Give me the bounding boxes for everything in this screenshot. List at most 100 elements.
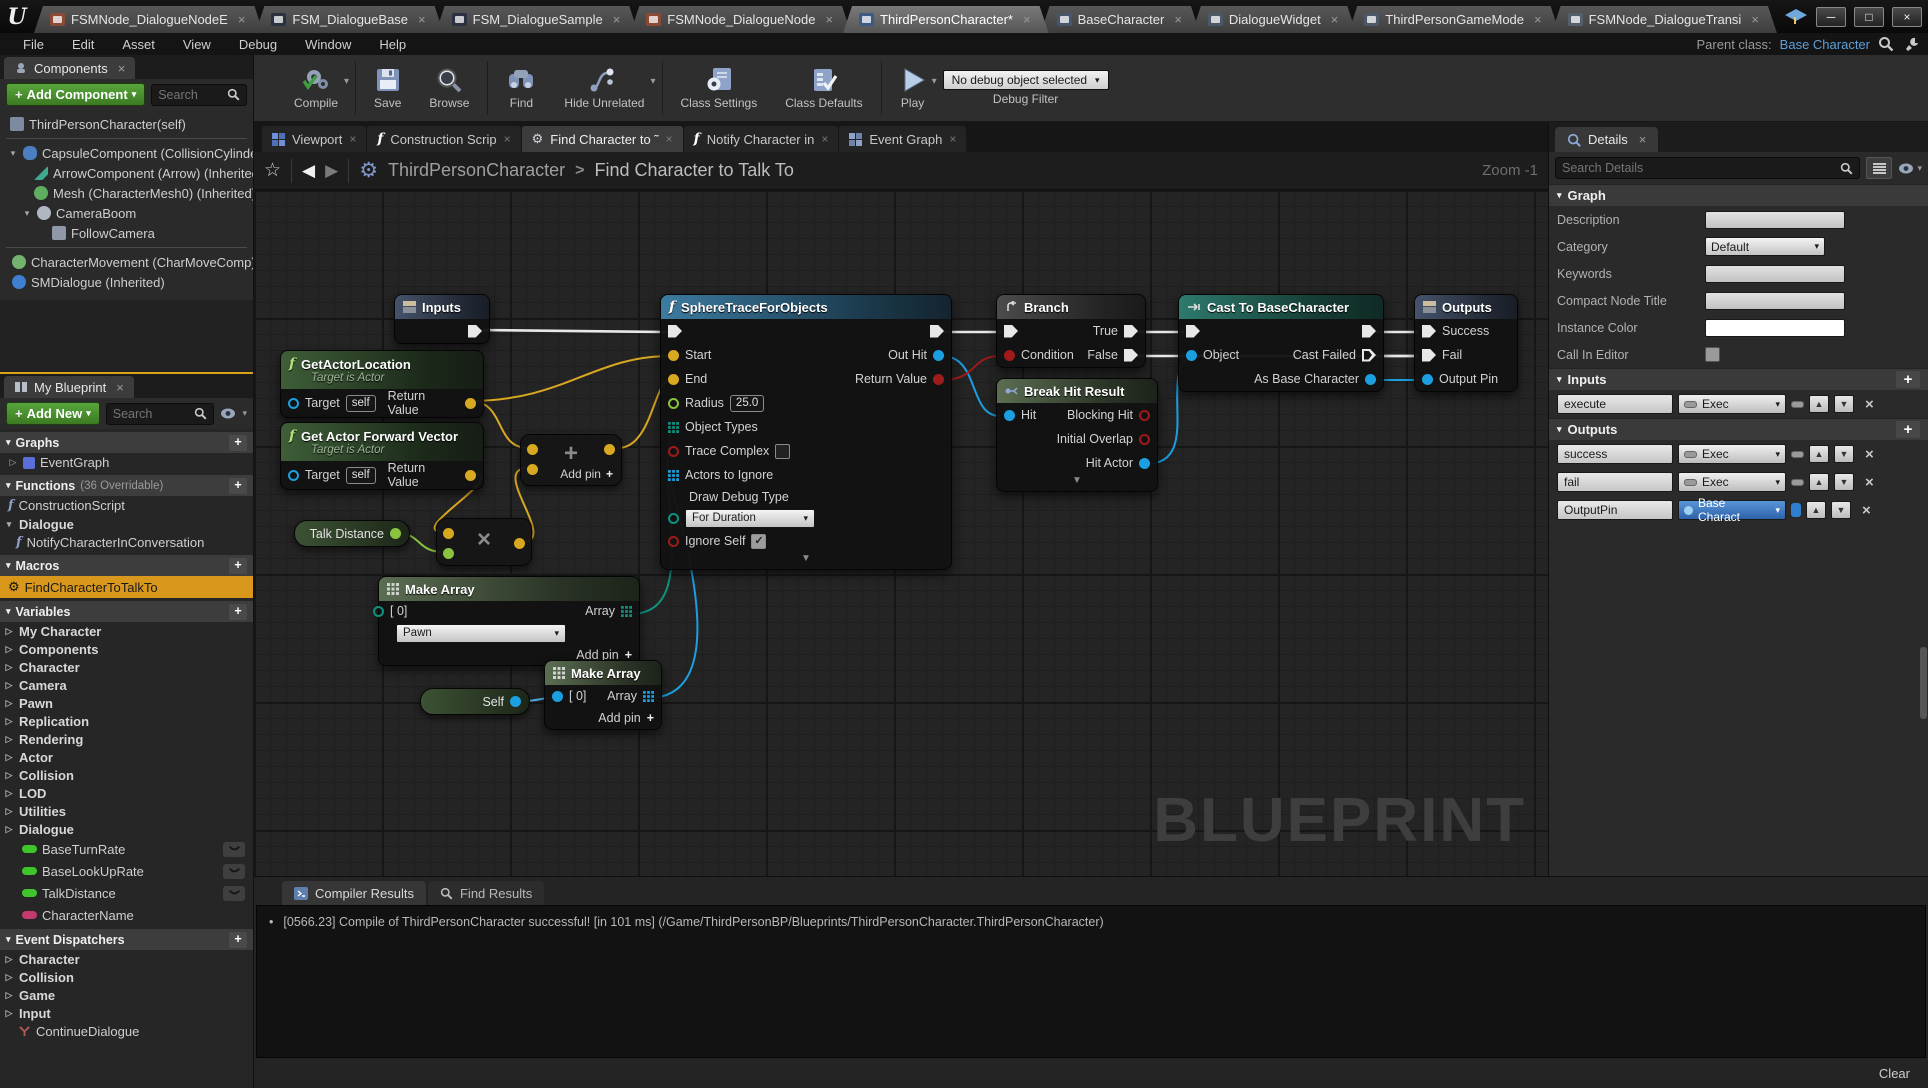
asset-tab[interactable]: DialogueWidget× xyxy=(1192,6,1356,33)
pin-type-dropdown[interactable]: Base Charact▾ xyxy=(1678,500,1786,520)
browse-button[interactable]: Browse xyxy=(415,55,483,121)
actors-to-ignore-pin[interactable] xyxy=(668,470,679,481)
components-search[interactable] xyxy=(151,84,247,106)
out-hit-pin[interactable] xyxy=(933,350,944,361)
variable-row[interactable]: BaseLookUpRate xyxy=(0,860,253,882)
details-panel-tab[interactable]: Details × xyxy=(1555,127,1658,152)
call-in-editor-checkbox[interactable] xyxy=(1705,347,1720,362)
multiply-in-pin[interactable] xyxy=(443,548,454,559)
object-pin-icon[interactable] xyxy=(1791,503,1801,517)
node-get-actor-location[interactable]: fGetActorLocationTarget is Actor Targets… xyxy=(280,350,484,418)
component-row[interactable]: ArrowComponent (Arrow) (Inherited) xyxy=(0,163,253,183)
node-cast-to-basecharacter[interactable]: Cast To BaseCharacter ObjectCast Failed … xyxy=(1178,294,1384,392)
close-window-button[interactable]: × xyxy=(1892,7,1922,27)
fail-exec-pin[interactable] xyxy=(1422,349,1436,362)
variable-category-row[interactable]: ▷Pawn xyxy=(0,694,253,712)
chevron-down-icon[interactable]: ▾ xyxy=(242,408,247,419)
asset-tab[interactable]: ThirdPersonGameMode× xyxy=(1348,6,1559,33)
eye-filter-icon[interactable] xyxy=(220,408,236,419)
components-panel-tab[interactable]: Components × xyxy=(4,57,135,79)
expander-icon[interactable]: ▷ xyxy=(4,716,14,727)
variable-category-row[interactable]: ▷Utilities xyxy=(0,802,253,820)
expander-icon[interactable]: ▷ xyxy=(4,770,14,781)
node-sphere-trace-for-objects[interactable]: fSphereTraceForObjects StartOut Hit EndR… xyxy=(660,294,952,570)
expander-icon[interactable]: ▷ xyxy=(4,734,14,745)
ignore-self-checkbox[interactable]: ✓ xyxy=(751,534,766,549)
add-component-button[interactable]: +Add Component▾ xyxy=(6,83,145,106)
draw-debug-pin[interactable] xyxy=(668,513,679,524)
breadcrumb-current[interactable]: Find Character to Talk To xyxy=(594,160,793,181)
description-field[interactable] xyxy=(1705,211,1845,229)
remove-pin-button[interactable]: × xyxy=(1865,474,1874,491)
start-pin[interactable] xyxy=(668,350,679,361)
function-category-row[interactable]: ▾Dialogue xyxy=(0,515,253,533)
radius-pin[interactable] xyxy=(668,398,679,409)
multiply-in-pin[interactable] xyxy=(443,528,454,539)
event-graph-row[interactable]: ▷EventGraph xyxy=(0,453,253,472)
dispatcher-category-row[interactable]: ▷Collision xyxy=(0,968,253,986)
notify-function-row[interactable]: fNotifyCharacterInConversation xyxy=(0,533,253,552)
construction-script-row[interactable]: fConstructionScript xyxy=(0,496,253,515)
menu-asset[interactable]: Asset xyxy=(109,37,168,52)
variable-row[interactable]: TalkDistance xyxy=(0,882,253,904)
target-pin[interactable] xyxy=(288,470,299,481)
move-up-button[interactable]: ▲ xyxy=(1809,395,1829,413)
expander-icon[interactable]: ▷ xyxy=(4,626,14,637)
close-icon[interactable]: × xyxy=(418,12,426,27)
close-icon[interactable]: × xyxy=(613,12,621,27)
variable-category-row[interactable]: ▷Character xyxy=(0,658,253,676)
class-settings-button[interactable]: Class Settings xyxy=(667,55,772,121)
expander-icon[interactable]: ▷ xyxy=(4,644,14,655)
outputs-section-header[interactable]: ▾Outputs+ xyxy=(1549,418,1928,440)
add-output-button[interactable]: + xyxy=(1896,421,1920,438)
exec-in-pin[interactable] xyxy=(1004,325,1018,338)
dispatchers-section-header[interactable]: ▾Event Dispatchers+ xyxy=(0,929,253,950)
node-multiply[interactable]: × xyxy=(436,518,532,566)
inputs-section-header[interactable]: ▾Inputs+ xyxy=(1549,368,1928,390)
target-value[interactable]: self xyxy=(346,395,376,412)
my-blueprint-panel-tab[interactable]: My Blueprint × xyxy=(4,376,134,398)
variable-category-row[interactable]: ▷Rendering xyxy=(0,730,253,748)
property-matrix-button[interactable] xyxy=(1866,157,1892,179)
category-dropdown[interactable]: Default▾ xyxy=(1705,237,1825,256)
menu-help[interactable]: Help xyxy=(366,37,419,52)
asset-tab[interactable]: FSMNode_DialogueNodeE× xyxy=(34,6,263,33)
pass-by-ref-icon[interactable] xyxy=(1791,401,1804,408)
component-row[interactable]: ▾CapsuleComponent (CollisionCylinder) xyxy=(0,143,253,163)
expander-icon[interactable]: ▷ xyxy=(4,662,14,673)
pin-type-dropdown[interactable]: Exec▾ xyxy=(1678,444,1786,464)
node-branch[interactable]: Branch True ConditionFalse xyxy=(996,294,1146,368)
node-make-array-self[interactable]: Make Array [ 0]Array Add pin+ xyxy=(544,660,662,730)
add-variable-button[interactable]: + xyxy=(229,604,247,620)
false-exec-pin[interactable] xyxy=(1124,349,1138,362)
component-row[interactable]: FollowCamera xyxy=(0,223,253,243)
close-icon[interactable]: × xyxy=(1174,12,1182,27)
variable-category-row[interactable]: ▷Collision xyxy=(0,766,253,784)
close-icon[interactable]: × xyxy=(1751,12,1759,27)
variable-row[interactable]: CharacterName xyxy=(0,904,253,926)
radius-value[interactable]: 25.0 xyxy=(730,395,764,412)
dispatcher-category-row[interactable]: ▷Input xyxy=(0,1004,253,1022)
asset-tab[interactable]: FSM_DialogueBase× xyxy=(255,6,443,33)
add-pin-label[interactable]: Add pin xyxy=(598,711,640,725)
variables-section-header[interactable]: ▾Variables+ xyxy=(0,601,253,622)
pin-name-field[interactable]: execute xyxy=(1557,394,1673,414)
asset-tab[interactable]: FSM_DialogueSample× xyxy=(436,6,639,33)
close-icon[interactable]: × xyxy=(504,132,511,146)
eye-closed-icon[interactable] xyxy=(223,886,245,901)
add-dispatcher-button[interactable]: + xyxy=(229,932,247,948)
parent-class-link[interactable]: Base Character xyxy=(1780,37,1870,52)
compile-button[interactable]: Compile xyxy=(280,55,352,121)
pin-name-field[interactable]: fail xyxy=(1557,472,1673,492)
move-up-button[interactable]: ▲ xyxy=(1809,473,1829,491)
exec-in-pin[interactable] xyxy=(668,325,682,338)
add-graph-button[interactable]: + xyxy=(229,435,247,451)
menu-file[interactable]: File xyxy=(10,37,57,52)
macros-section-header[interactable]: ▾Macros+ xyxy=(0,555,253,576)
success-exec-pin[interactable] xyxy=(1422,325,1436,338)
multiply-out-pin[interactable] xyxy=(514,538,525,549)
end-pin[interactable] xyxy=(668,374,679,385)
trace-complex-checkbox[interactable] xyxy=(775,444,790,459)
remove-pin-button[interactable]: × xyxy=(1865,446,1874,463)
menu-window[interactable]: Window xyxy=(292,37,364,52)
